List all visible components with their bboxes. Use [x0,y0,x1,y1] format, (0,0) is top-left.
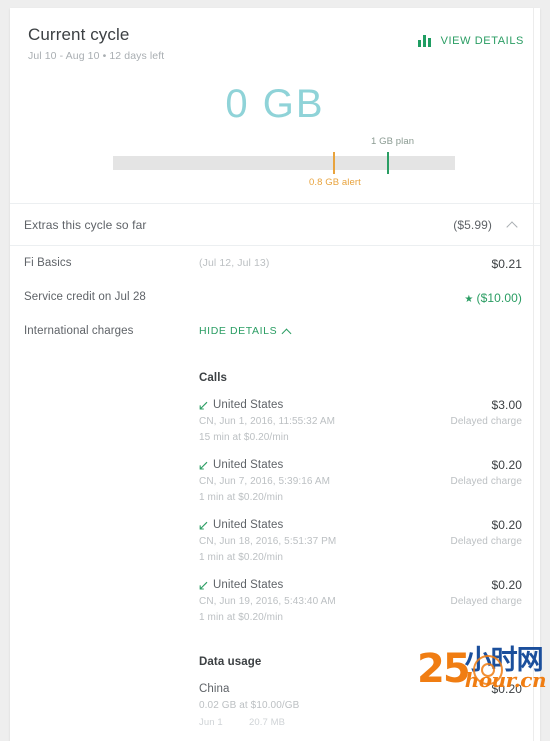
usage-meter-track [113,156,455,170]
chevron-up-icon [282,327,291,336]
extras-row-label: Service credit on Jul 28 [24,291,146,303]
hide-details-toggle[interactable]: HIDE DETAILS [199,325,291,337]
bar-chart-icon [417,34,432,47]
star-icon: ★ [464,294,474,305]
current-cycle-panel: Current cycle Jul 10 - Aug 10 • 12 days … [10,8,540,204]
extras-row-international-charges: International charges HIDE DETAILS [24,314,522,348]
call-charge-note: Delayed charge [450,596,522,607]
extras-row-label: International charges [24,325,134,337]
alert-marker-label: 0.8 GB alert [309,177,361,188]
calls-heading: Calls [199,372,227,384]
extras-rows: Fi Basics (Jul 12, Jul 13) $0.21 Service… [10,246,540,348]
cycle-date-range: Jul 10 - Aug 10 • 12 days left [28,50,165,62]
data-usage-detail-pane: Data usage China 0.02 GB at $10.00/GB Ju… [199,638,540,728]
call-timestamp: CN, Jun 19, 2016, 5:43:40 AM [199,596,336,607]
call-country: United States [213,579,284,591]
call-rate: 15 min at $0.20/min [199,432,289,443]
call-charge-note: Delayed charge [450,416,522,427]
extras-row-service-credit: Service credit on Jul 28 ★ ($10.00) [24,280,522,314]
hide-details-label: HIDE DETAILS [199,325,278,337]
call-rate: 1 min at $0.20/min [199,552,284,563]
call-country: United States [213,459,284,471]
view-details-button[interactable]: VIEW DETAILS [417,34,524,47]
call-list-item[interactable]: United States CN, Jun 19, 2016, 5:43:40 … [199,578,522,625]
call-timestamp: CN, Jun 18, 2016, 5:51:37 PM [199,536,337,547]
call-amount: $0.20 [491,518,522,532]
call-timestamp: CN, Jun 1, 2016, 11:55:32 AM [199,416,336,427]
chevron-up-icon[interactable] [506,219,522,231]
calls-detail-pane: Calls United States CN, Jun 1, 2016, 11:… [199,348,540,625]
outgoing-call-arrow-icon [199,521,208,530]
scroll-rule [533,8,534,741]
billing-card: Current cycle Jul 10 - Aug 10 • 12 days … [10,8,540,741]
page-root: Current cycle Jul 10 - Aug 10 • 12 days … [0,0,550,741]
call-charge-note: Delayed charge [450,536,522,547]
data-usage-daily-breakdown: Jun 1 20.7 MB [199,717,479,728]
extras-section-header[interactable]: Extras this cycle so far ($5.99) [10,204,540,246]
data-usage-country: China [199,683,230,695]
outgoing-call-arrow-icon [199,401,208,410]
extras-row-amount-value: ($10.00) [476,291,522,305]
outgoing-call-arrow-icon [199,581,208,590]
extras-row-dates: (Jul 12, Jul 13) [199,257,270,269]
extras-row-amount: ★ ($10.00) [464,291,522,305]
call-country: United States [213,399,284,411]
extras-header-amount: ($5.99) [453,217,492,232]
extras-row-label: Fi Basics [24,257,72,269]
call-amount: $0.20 [491,578,522,592]
call-list-item[interactable]: United States CN, Jun 1, 2016, 11:55:32 … [199,398,522,445]
call-amount: $0.20 [491,458,522,472]
data-usage-rate: 0.02 GB at $10.00/GB [199,700,300,711]
call-list-item[interactable]: United States CN, Jun 18, 2016, 5:51:37 … [199,518,522,565]
data-usage-amount: $0.20 [491,682,522,696]
call-charge-note: Delayed charge [450,476,522,487]
usage-meter: 0.8 GB alert 1 GB plan [113,136,455,198]
data-usage-list-item[interactable]: China 0.02 GB at $10.00/GB Jun 1 20.7 MB… [199,682,522,728]
extras-header-label: Extras this cycle so far [24,217,147,232]
call-list-item[interactable]: United States CN, Jun 7, 2016, 5:39:16 A… [199,458,522,505]
call-amount: $3.00 [491,398,522,412]
plan-marker [387,152,389,174]
data-usage-heading: Data usage [199,656,262,668]
call-timestamp: CN, Jun 7, 2016, 5:39:16 AM [199,476,331,487]
call-rate: 1 min at $0.20/min [199,612,284,623]
call-country: United States [213,519,284,531]
outgoing-call-arrow-icon [199,461,208,470]
data-usage-size: 20.7 MB [249,717,286,728]
alert-marker [333,152,335,174]
extras-row-fi-basics: Fi Basics (Jul 12, Jul 13) $0.21 [24,246,522,280]
plan-marker-label: 1 GB plan [371,136,415,147]
usage-total: 0 GB [225,82,325,126]
data-usage-date: Jun 1 [199,717,223,728]
call-rate: 1 min at $0.20/min [199,492,284,503]
extras-row-amount: $0.21 [491,257,522,271]
view-details-label: VIEW DETAILS [440,34,524,47]
